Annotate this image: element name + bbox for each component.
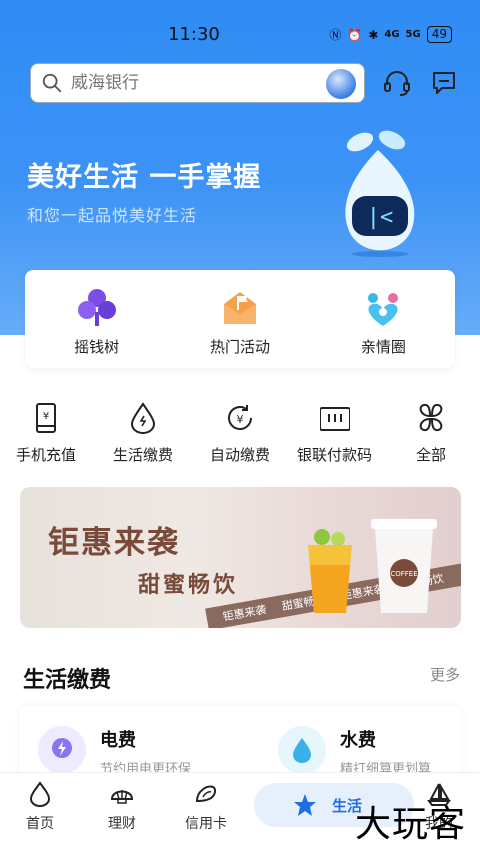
watermark-text: 大玩客 [354, 804, 466, 845]
service-label: 手机充值 [16, 446, 77, 464]
unionpay-code-icon [319, 407, 350, 431]
svg-text:¥: ¥ [43, 411, 49, 422]
status-icons: Ⓝ ⏰ ✱ 4G 5G 49 [329, 26, 452, 43]
promo-banner[interactable]: 钜惠来袭 甜蜜畅饮 钜惠来袭 甜蜜畅饮 钜惠来袭 甜蜜畅饮 COFFEE [20, 487, 461, 628]
quick-actions-card: 摇钱树 热门活动 亲情圈 [25, 270, 455, 368]
fruit-drink-image [308, 529, 352, 613]
message-icon[interactable] [427, 66, 461, 100]
flag-envelope-icon [223, 292, 256, 324]
coffee-cup-image: COFFEE [371, 519, 437, 613]
signal-5g-icon: 5G [405, 29, 421, 40]
banner-subtitle: 甜蜜畅饮 [138, 573, 239, 598]
tab-label: 首页 [26, 816, 54, 832]
battery-icon: 49 [426, 26, 452, 43]
bill-name: 电费 [100, 730, 136, 751]
utility-drop-icon [130, 402, 156, 434]
tab-wealth[interactable]: 理财 [108, 781, 136, 833]
status-time: 11:30 [168, 24, 220, 45]
bill-item-water[interactable]: 水费 精打细算更划算 [278, 726, 431, 777]
voice-assistant-icon[interactable] [326, 69, 356, 99]
search-input[interactable] [71, 73, 301, 93]
quick-action-hot-events[interactable]: 热门活动 [168, 270, 311, 368]
service-phone-topup[interactable]: ¥ 手机充值 [16, 402, 76, 465]
auto-pay-icon: ¥ [228, 405, 252, 430]
phone-topup-icon: ¥ [36, 403, 56, 433]
status-bar: 11:30 Ⓝ ⏰ ✱ 4G 5G 49 [0, 22, 480, 50]
quick-action-money-tree[interactable]: 摇钱树 [25, 270, 168, 368]
service-all[interactable]: 全部 [416, 402, 446, 465]
service-utility-payment[interactable]: 生活缴费 [113, 402, 173, 465]
bill-name: 水费 [340, 730, 376, 751]
quick-action-label: 摇钱树 [74, 338, 120, 356]
nfc-icon: Ⓝ [329, 28, 342, 42]
signal-4g-icon: 4G [384, 29, 400, 40]
water-drop-icon [278, 726, 326, 774]
tab-home[interactable]: 首页 [26, 781, 54, 833]
banner-title: 钜惠来袭 [48, 525, 180, 561]
electricity-bulb-icon [38, 726, 86, 774]
tab-label: 信用卡 [185, 816, 227, 832]
alarm-icon: ⏰ [347, 27, 363, 42]
search-icon [42, 73, 62, 93]
starfish-icon [294, 794, 316, 816]
family-heart-icon [368, 293, 399, 326]
service-auto-payment[interactable]: ¥ 自动缴费 [210, 402, 270, 465]
clover-icon [77, 289, 116, 326]
quick-action-label: 热门活动 [209, 338, 270, 356]
svg-text:|<: |< [367, 205, 394, 230]
home-drop-icon [29, 781, 51, 807]
bluetooth-icon: ✱ [368, 27, 379, 42]
svg-text:¥: ¥ [237, 413, 244, 426]
ribbon-text: 钜惠来袭 [221, 603, 268, 624]
service-label: 生活缴费 [113, 446, 174, 464]
cup-label: COFFEE [390, 570, 417, 578]
conch-icon [195, 785, 217, 803]
bill-section-title: 生活缴费 [23, 668, 112, 693]
service-label: 自动缴费 [210, 446, 271, 464]
service-unionpay-code[interactable]: 银联付款码 [297, 402, 372, 465]
service-label: 全部 [416, 446, 447, 464]
search-bar[interactable] [30, 63, 365, 103]
quick-action-label: 亲情圈 [360, 338, 406, 356]
all-apps-icon [419, 403, 443, 432]
bill-section-more-link[interactable]: 更多 [430, 664, 460, 685]
bill-item-electricity[interactable]: 电费 节约用电更环保 [38, 726, 191, 777]
mascot-robot-icon: |< [345, 130, 415, 257]
tab-label: 理财 [108, 816, 136, 832]
quick-action-family-circle[interactable]: 亲情圈 [312, 270, 455, 368]
tab-credit-card[interactable]: 信用卡 [185, 781, 227, 833]
hero-title: 美好生活 一手掌握 [27, 162, 262, 193]
service-grid: ¥ 手机充值 生活缴费 ¥ 自动缴费 银联付款码 全部 [0, 402, 480, 472]
customer-service-icon[interactable] [380, 66, 414, 100]
service-label: 银联付款码 [297, 446, 373, 464]
hero-subtitle: 和您一起品悦美好生活 [27, 206, 198, 225]
shell-icon [110, 790, 134, 804]
